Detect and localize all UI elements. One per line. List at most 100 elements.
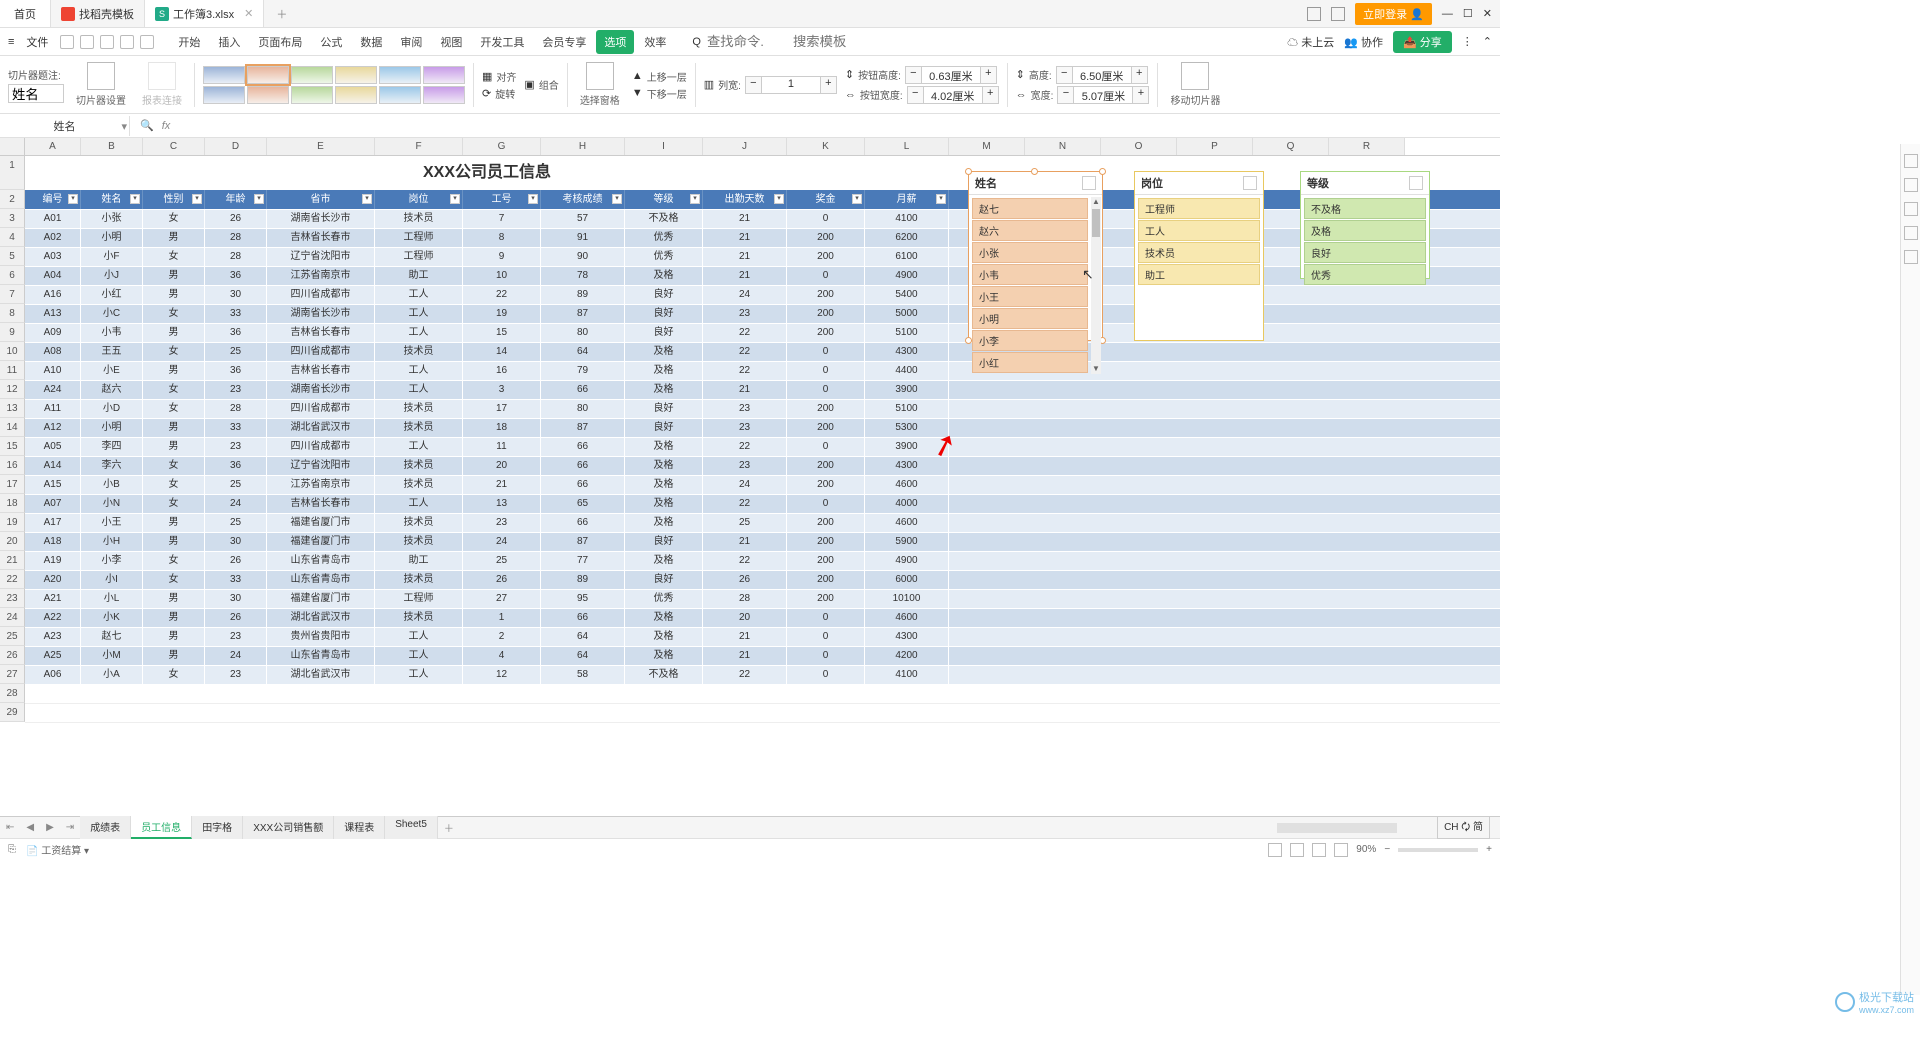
cell[interactable]: 22 (703, 552, 787, 570)
cell[interactable]: A10 (25, 362, 81, 380)
cell[interactable]: 技术员 (375, 419, 463, 437)
cell[interactable]: 四川省成都市 (267, 400, 375, 418)
cell[interactable]: 及格 (625, 514, 703, 532)
cell[interactable]: 技术员 (375, 514, 463, 532)
login-button[interactable]: 立即登录 👤 (1355, 3, 1432, 25)
row-header[interactable]: 22 (0, 570, 25, 589)
template-search-input[interactable] (793, 34, 873, 49)
slicer-position[interactable]: 岗位 工程师工人技术员助工 (1134, 171, 1264, 341)
slicer-item[interactable]: 小韦 (972, 264, 1088, 285)
cell[interactable]: 良好 (625, 305, 703, 323)
cell[interactable]: 28 (703, 590, 787, 608)
cell[interactable]: 64 (541, 343, 625, 361)
table-row[interactable]: A19小李女26山东省青岛市助工2577及格222004900 (25, 552, 1500, 571)
save-icon[interactable] (60, 35, 74, 49)
cell[interactable]: 赵七 (81, 628, 143, 646)
cell[interactable]: 22 (703, 324, 787, 342)
cell[interactable]: 工程师 (375, 248, 463, 266)
cell[interactable]: 36 (205, 324, 267, 342)
cell[interactable]: 男 (143, 267, 205, 285)
cell[interactable]: 87 (541, 419, 625, 437)
select-all-corner[interactable] (0, 138, 25, 155)
cell[interactable]: 79 (541, 362, 625, 380)
cell[interactable]: 33 (205, 571, 267, 589)
cell[interactable]: 王五 (81, 343, 143, 361)
cell[interactable]: 良好 (625, 324, 703, 342)
cell[interactable]: 16 (463, 362, 541, 380)
table-header[interactable]: 月薪▾ (865, 190, 949, 209)
slicer-settings-icon[interactable] (87, 62, 115, 90)
cell[interactable]: 200 (787, 400, 865, 418)
view-page-icon[interactable] (1290, 843, 1304, 857)
table-row[interactable]: A01小张女26湖南省长沙市技术员757不及格2104100 (25, 210, 1500, 229)
cell[interactable]: 26 (205, 210, 267, 228)
cell[interactable]: 200 (787, 419, 865, 437)
cell[interactable]: 4000 (865, 495, 949, 513)
column-header[interactable]: D (205, 138, 267, 155)
cell[interactable]: 赵六 (81, 381, 143, 399)
move-down-icon[interactable]: ▼ (632, 87, 643, 99)
style-swatch[interactable] (335, 86, 377, 104)
cell[interactable]: 4600 (865, 609, 949, 627)
slicer-item[interactable]: 小红 (972, 352, 1088, 373)
view-normal-icon[interactable] (1268, 843, 1282, 857)
cell[interactable]: 200 (787, 514, 865, 532)
search-fx-icon[interactable]: 🔍 (140, 119, 154, 132)
row-header[interactable]: 4 (0, 228, 25, 247)
table-row[interactable]: A21小L男30福建省厦门市工程师2795优秀2820010100 (25, 590, 1500, 609)
cell[interactable]: 小A (81, 666, 143, 684)
cell[interactable]: 0 (787, 666, 865, 684)
cell[interactable]: 0 (787, 267, 865, 285)
cell[interactable]: 吉林省长春市 (267, 324, 375, 342)
column-header[interactable]: F (375, 138, 463, 155)
column-header[interactable]: G (463, 138, 541, 155)
cell[interactable]: 优秀 (625, 248, 703, 266)
column-header[interactable]: H (541, 138, 625, 155)
cell[interactable]: 工人 (375, 305, 463, 323)
table-row[interactable]: A09小韦男36吉林省长春市工人1580良好222005100 (25, 324, 1500, 343)
sheet-tab[interactable]: 成绩表 (80, 816, 131, 839)
cell[interactable]: 200 (787, 533, 865, 551)
sheet-tab[interactable]: 田字格 (192, 816, 243, 839)
cell[interactable]: 24 (205, 495, 267, 513)
cell[interactable]: 辽宁省沈阳市 (267, 457, 375, 475)
slicer-item[interactable]: 小王 (972, 286, 1088, 307)
table-row[interactable]: A14李六女36辽宁省沈阳市技术员2066及格232004300 (25, 457, 1500, 476)
sidepanel-icon[interactable] (1904, 178, 1918, 192)
table-row[interactable]: A03小F女28辽宁省沈阳市工程师990优秀212006100 (25, 248, 1500, 267)
filter-icon[interactable] (1409, 176, 1423, 190)
table-row[interactable]: A24赵六女23湖南省长沙市工人366及格2103900 (25, 381, 1500, 400)
cell[interactable]: 24 (703, 286, 787, 304)
cell[interactable]: A23 (25, 628, 81, 646)
row-header[interactable]: 27 (0, 665, 25, 684)
horizontal-scrollbar[interactable] (1277, 823, 1397, 833)
minimize-button[interactable]: — (1442, 8, 1453, 20)
cell[interactable]: 20 (703, 609, 787, 627)
cell[interactable]: 工人 (375, 381, 463, 399)
cell[interactable]: 4600 (865, 514, 949, 532)
cell[interactable]: 5100 (865, 324, 949, 342)
cell[interactable]: A12 (25, 419, 81, 437)
cell[interactable]: 200 (787, 476, 865, 494)
row-header[interactable]: 12 (0, 380, 25, 399)
cell[interactable]: 工人 (375, 495, 463, 513)
cell[interactable]: 3900 (865, 438, 949, 456)
cell[interactable]: 小M (81, 647, 143, 665)
cell[interactable]: 技术员 (375, 476, 463, 494)
cell[interactable]: 21 (703, 381, 787, 399)
cell[interactable]: A13 (25, 305, 81, 323)
cell[interactable]: 64 (541, 647, 625, 665)
preview-icon[interactable] (100, 35, 114, 49)
row-header[interactable]: 17 (0, 475, 25, 494)
print-icon[interactable] (80, 35, 94, 49)
cell[interactable]: 24 (205, 647, 267, 665)
cell[interactable]: 技术员 (375, 343, 463, 361)
cell[interactable]: A06 (25, 666, 81, 684)
cell[interactable]: 22 (703, 666, 787, 684)
row-header[interactable]: 18 (0, 494, 25, 513)
zoom-slider[interactable] (1398, 848, 1478, 852)
cell[interactable]: 及格 (625, 457, 703, 475)
cell[interactable]: 0 (787, 438, 865, 456)
cell[interactable]: 及格 (625, 476, 703, 494)
column-header[interactable]: L (865, 138, 949, 155)
